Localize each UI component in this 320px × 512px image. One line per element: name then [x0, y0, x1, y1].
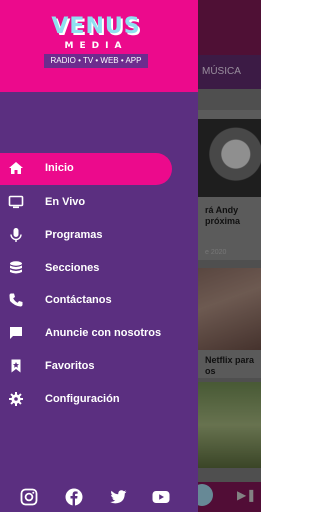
nav-item-label: Inicio — [45, 162, 74, 174]
navigation-drawer: VENUS MEDIA RADIO • TV • WEB • APP Inici… — [0, 0, 198, 512]
nav-item-configuracion[interactable]: Configuración — [0, 384, 198, 416]
home-icon — [9, 162, 23, 174]
nav-item-favoritos[interactable]: Favoritos — [0, 351, 198, 383]
nav-item-label: Programas — [45, 229, 103, 241]
brand-logo: VENUS MEDIA RADIO • TV • WEB • APP — [42, 14, 150, 74]
logo-subtitle: MEDIA — [64, 41, 128, 51]
microphone-icon — [10, 228, 22, 242]
gear-icon — [9, 392, 23, 406]
instagram-icon[interactable] — [19, 487, 39, 507]
logo-tagline: RADIO • TV • WEB • APP — [44, 54, 148, 68]
social-links — [0, 487, 198, 509]
nav-item-contactanos[interactable]: Contáctanos — [0, 285, 198, 317]
nav-item-label: En Vivo — [45, 196, 86, 208]
nav-item-label: Configuración — [45, 393, 120, 405]
nav-item-secciones[interactable]: Secciones — [0, 253, 198, 285]
facebook-icon[interactable] — [64, 487, 84, 507]
drawer-header: VENUS MEDIA RADIO • TV • WEB • APP — [0, 0, 198, 92]
database-icon — [10, 261, 22, 274]
nav-item-en-vivo[interactable]: En Vivo — [0, 187, 198, 219]
nav-item-label: Favoritos — [45, 360, 95, 372]
nav-item-inicio[interactable]: Inicio — [0, 153, 198, 185]
nav-item-label: Contáctanos — [45, 294, 112, 306]
phone-icon — [9, 293, 23, 307]
tv-icon — [8, 195, 24, 209]
youtube-icon[interactable] — [151, 487, 171, 507]
active-indicator — [0, 153, 172, 185]
nav-item-programas[interactable]: Programas — [0, 220, 198, 252]
nav-item-label: Anuncie con nosotros — [45, 327, 162, 339]
bookmark-icon — [11, 359, 21, 373]
twitter-icon[interactable] — [108, 487, 128, 507]
logo-wordmark: VENUS — [51, 14, 141, 39]
chat-icon — [10, 327, 22, 339]
nav-item-label: Secciones — [45, 262, 100, 274]
nav-item-anuncie[interactable]: Anuncie con nosotros — [0, 318, 198, 350]
